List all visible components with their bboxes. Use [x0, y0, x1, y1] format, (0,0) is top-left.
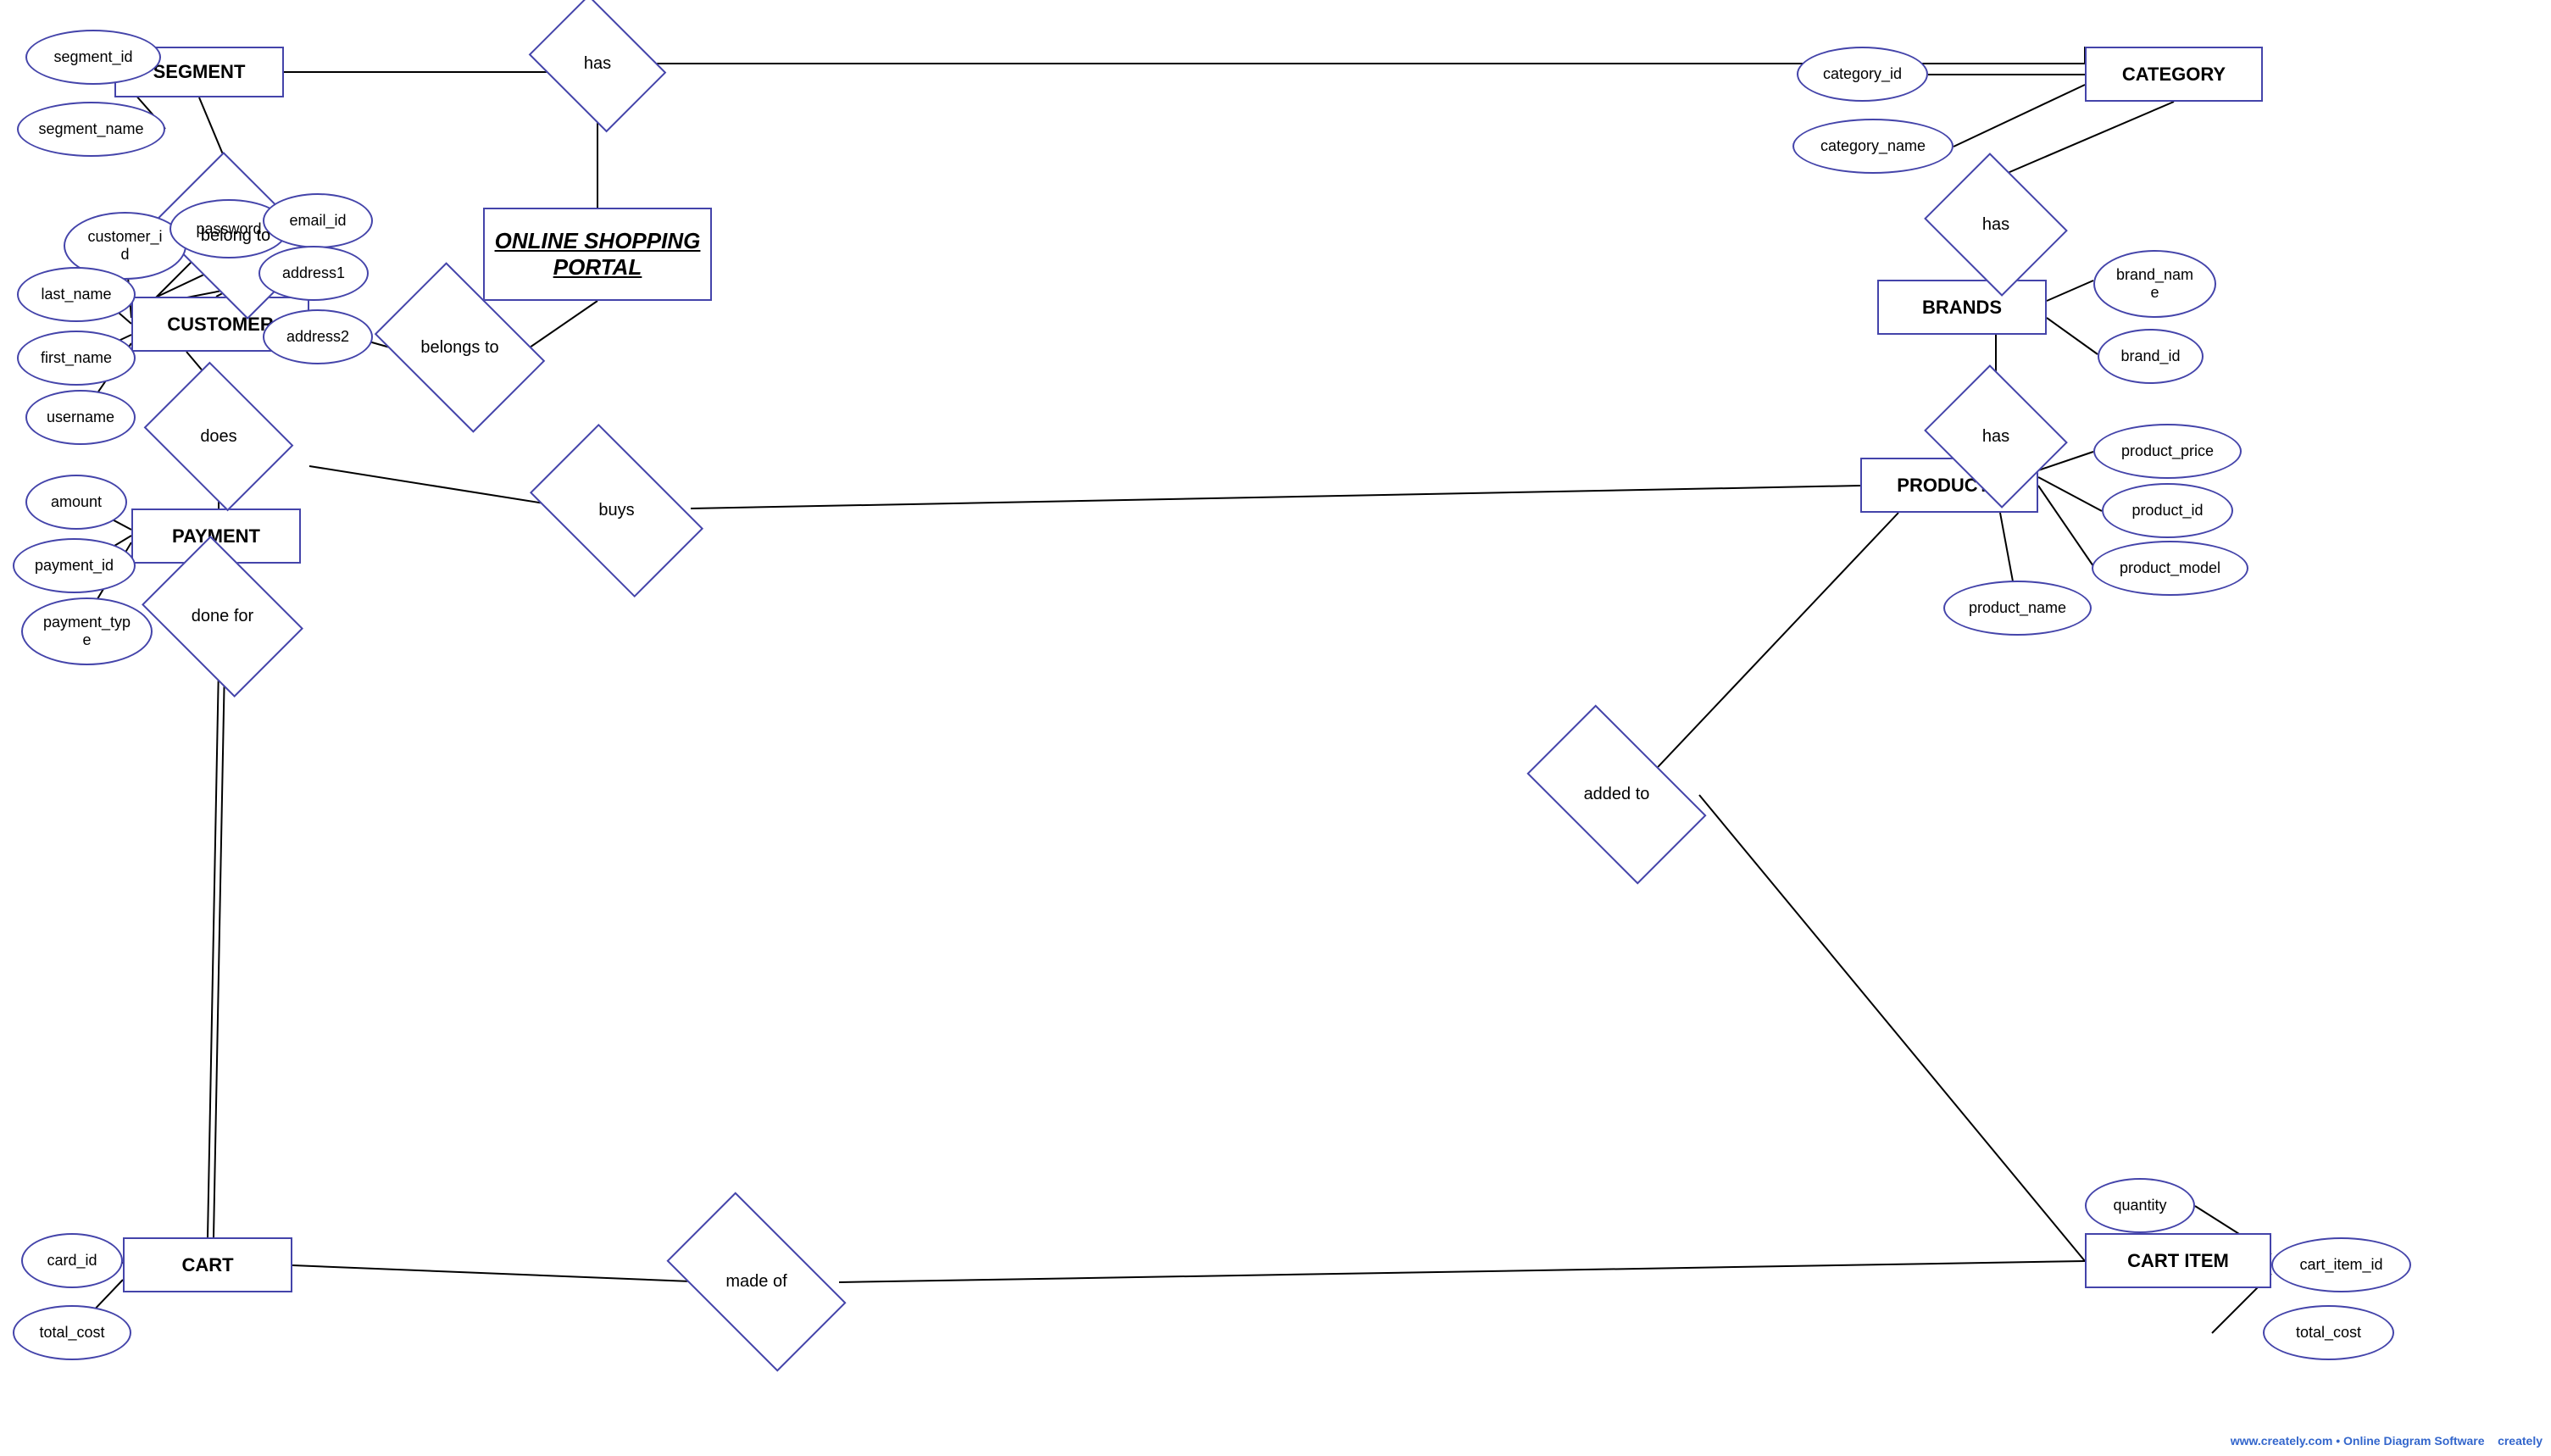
address1-ellipse: address1 — [258, 246, 369, 301]
total-cost-cart-ellipse: total_cost — [13, 1305, 131, 1360]
cart-entity: CART — [123, 1237, 292, 1292]
amount-ellipse: amount — [25, 475, 127, 530]
total-cost-item-ellipse: total_cost — [2263, 1305, 2394, 1360]
address2-ellipse: address2 — [263, 309, 373, 364]
category-entity: CATEGORY — [2085, 47, 2263, 102]
watermark: www.creately.com • Online Diagram Softwa… — [2231, 1434, 2543, 1448]
has-top-diamond: has — [542, 21, 653, 106]
cart-item-id-ellipse: cart_item_id — [2271, 1237, 2411, 1292]
product-name-ellipse: product_name — [1943, 581, 2092, 636]
username-ellipse: username — [25, 390, 136, 445]
segment-id-ellipse: segment_id — [25, 30, 161, 85]
last-name-ellipse: last_name — [17, 267, 136, 322]
done-for-diamond: done for — [157, 568, 288, 665]
category-id-ellipse: category_id — [1797, 47, 1928, 102]
product-price-ellipse: product_price — [2093, 424, 2242, 479]
brand-name-ellipse: brand_nam e — [2093, 250, 2216, 318]
card-id-ellipse: card_id — [21, 1233, 123, 1288]
payment-id-ellipse: payment_id — [13, 538, 136, 593]
quantity-ellipse: quantity — [2085, 1178, 2195, 1233]
product-id-ellipse: product_id — [2102, 483, 2233, 538]
made-of-diamond: made of — [678, 1233, 835, 1331]
does-diamond: does — [159, 390, 278, 483]
brands-entity: BRANDS — [1877, 280, 2047, 335]
email-id-ellipse: email_id — [263, 193, 373, 248]
has-products-diamond: has — [1941, 390, 2051, 483]
brand-id-ellipse: brand_id — [2098, 329, 2204, 384]
payment-type-ellipse: payment_typ e — [21, 597, 153, 665]
category-name-ellipse: category_name — [1792, 119, 1954, 174]
segment-name-ellipse: segment_name — [17, 102, 165, 157]
product-model-ellipse: product_model — [2092, 541, 2248, 596]
buys-diamond: buys — [542, 462, 691, 559]
belongs-to-diamond: belongs to — [390, 297, 530, 398]
er-diagram: SEGMENT CUSTOMER PAYMENT CART ONLINE SHO… — [0, 0, 2551, 1456]
first-name-ellipse: first_name — [17, 331, 136, 386]
added-to-diamond: added to — [1538, 746, 1695, 843]
online-shopping-entity: ONLINE SHOPPING PORTAL — [483, 208, 712, 301]
has-brands-diamond: has — [1941, 178, 2051, 271]
cart-item-entity: CART ITEM — [2085, 1233, 2271, 1288]
